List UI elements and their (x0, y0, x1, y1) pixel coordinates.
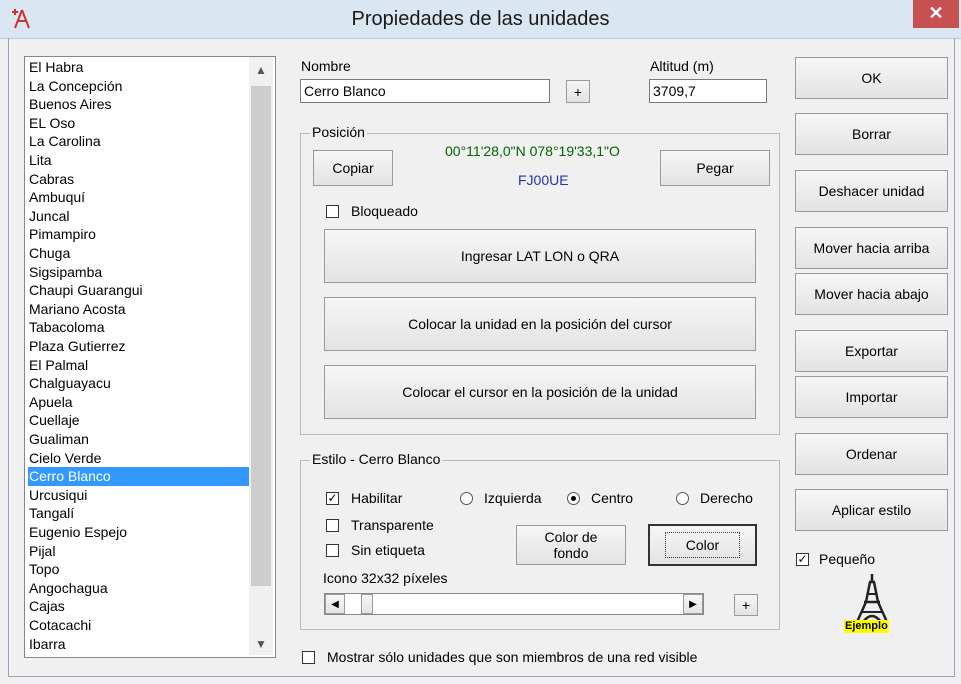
list-item[interactable]: Chaupi Guarangui (28, 281, 250, 300)
small-label: Pequeño (819, 551, 876, 567)
name-label: Nombre (301, 58, 351, 74)
list-item[interactable]: El Palmal (28, 356, 250, 375)
locked-checkbox[interactable] (326, 205, 339, 218)
icon-size-slider[interactable] (324, 593, 704, 615)
list-item[interactable]: Pijal (28, 542, 250, 561)
align-center-label: Centro (591, 490, 634, 506)
slider-thumb[interactable] (361, 594, 373, 614)
list-item[interactable]: Pimampiro (28, 225, 250, 244)
list-item[interactable]: Juncal (28, 207, 250, 226)
slider-left-icon[interactable]: ◀ (325, 594, 345, 614)
slider-right-icon[interactable]: ▶ (683, 594, 703, 614)
copy-button[interactable]: Copiar (313, 150, 393, 186)
color-button-label: Color (664, 532, 741, 558)
enable-label: Habilitar (351, 490, 403, 506)
list-item[interactable]: Tabacoloma (28, 318, 250, 337)
show-members-checkbox[interactable] (302, 651, 315, 664)
list-item[interactable]: EL Oso (28, 114, 250, 133)
scroll-down-icon[interactable]: ▼ (249, 632, 273, 656)
bg-color-label-line1: Color de (544, 529, 598, 545)
position-group-label: Posición (310, 124, 367, 140)
close-button[interactable]: ✕ (913, 0, 959, 28)
list-item[interactable]: La Concepción (28, 77, 250, 96)
list-item[interactable]: Urcusiqui (28, 486, 250, 505)
list-item[interactable]: Topo (28, 560, 250, 579)
altitude-field[interactable]: 3709,7 (649, 79, 767, 103)
move-down-button[interactable]: Mover hacia abajo (795, 273, 948, 315)
transparent-checkbox[interactable] (326, 519, 339, 532)
list-item[interactable]: Ibarra (28, 635, 250, 654)
delete-button[interactable]: Borrar (795, 113, 948, 155)
export-button[interactable]: Exportar (795, 330, 948, 372)
list-item[interactable]: Lita (28, 151, 250, 170)
align-left-radio[interactable] (460, 492, 473, 505)
icon-size-add-button[interactable]: + (734, 594, 758, 616)
bg-color-label-line2: fondo (553, 545, 589, 561)
list-item[interactable]: Buenos Aires (28, 95, 250, 114)
list-item[interactable]: Tangalí (28, 504, 250, 523)
list-item[interactable]: Cerro Blanco (28, 467, 250, 487)
undo-unit-button[interactable]: Deshacer unidad (795, 170, 948, 212)
sort-button[interactable]: Ordenar (795, 433, 948, 475)
list-item[interactable]: El Habra (28, 58, 250, 77)
example-label: Ejemplo (844, 620, 889, 633)
color-button[interactable]: Color (648, 524, 757, 566)
move-up-button[interactable]: Mover hacia arriba (795, 227, 948, 269)
enable-checkbox[interactable]: ✓ (326, 492, 339, 505)
bg-color-button[interactable]: Color de fondo (516, 525, 626, 565)
list-item[interactable]: Cabras (28, 170, 250, 189)
list-item[interactable]: Cielo Verde (28, 449, 250, 468)
enter-latlon-button[interactable]: Ingresar LAT LON o QRA (324, 229, 756, 283)
import-button[interactable]: Importar (795, 376, 948, 418)
units-listbox[interactable]: El Habra La Concepción Buenos Aires EL Oso L… (24, 56, 276, 658)
place-cursor-button[interactable]: Colocar el cursor en la posición de la u… (324, 365, 756, 419)
qra-readout: FJ00UE (518, 172, 569, 188)
apply-style-button[interactable]: Aplicar estilo (795, 489, 948, 531)
locked-label: Bloqueado (351, 203, 418, 219)
name-field[interactable]: Cerro Blanco (300, 79, 550, 103)
no-label-label: Sin etiqueta (351, 542, 425, 558)
show-members-label: Mostrar sólo unidades que son miembros d… (327, 649, 698, 665)
list-item[interactable]: Sigsipamba (28, 263, 250, 282)
list-item[interactable]: Chalguayacu (28, 374, 250, 393)
small-checkbox[interactable]: ✓ (796, 553, 809, 566)
list-item[interactable]: Plaza Gutierrez (28, 337, 250, 356)
list-item[interactable]: Chuga (28, 244, 250, 263)
list-item[interactable]: Ambuquí (28, 188, 250, 207)
icon-size-label: Icono 32x32 píxeles (323, 570, 448, 586)
scroll-up-icon[interactable]: ▲ (249, 58, 273, 82)
style-group-label: Estilo - Cerro Blanco (310, 451, 443, 467)
altitude-label: Altitud (m) (650, 58, 714, 74)
list-item[interactable]: Eugenio Espejo (28, 523, 250, 542)
list-item[interactable]: Angochagua (28, 579, 250, 598)
list-scroll-thumb[interactable] (251, 86, 271, 586)
align-left-label: Izquierda (484, 490, 542, 506)
place-unit-button[interactable]: Colocar la unidad en la posición del cur… (324, 297, 756, 351)
paste-button[interactable]: Pegar (660, 150, 770, 186)
no-label-checkbox[interactable] (326, 544, 339, 557)
list-item[interactable]: Apuela (28, 393, 250, 412)
name-add-button[interactable]: + (566, 80, 590, 103)
list-item[interactable]: Mariano Acosta (28, 300, 250, 319)
coordinates-readout: 00°11'28,0"N 078°19'33,1"O (445, 143, 620, 159)
list-item[interactable]: Cajas (28, 597, 250, 616)
align-right-radio[interactable] (676, 492, 689, 505)
window-title: Propiedades de las unidades (351, 8, 610, 30)
transparent-label: Transparente (351, 517, 434, 533)
list-item[interactable]: Cotacachi (28, 616, 250, 635)
list-item[interactable]: Gualiman (28, 430, 250, 449)
ok-button[interactable]: OK (795, 57, 948, 99)
list-item[interactable]: Cuellaje (28, 411, 250, 430)
align-center-radio[interactable] (567, 492, 580, 505)
list-item[interactable]: La Carolina (28, 132, 250, 151)
align-right-label: Derecho (700, 490, 753, 506)
